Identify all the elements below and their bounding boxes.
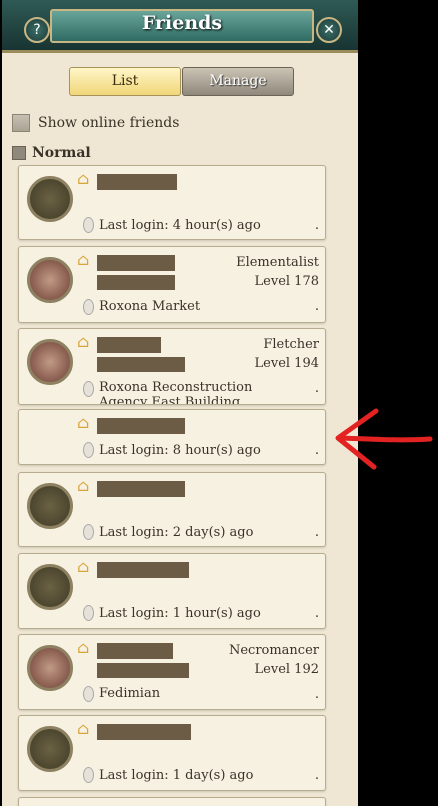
friends-panel: Friends ? ✕ List Manage Show online frie… — [2, 0, 358, 806]
redacted-name — [97, 562, 189, 578]
group-header-normal[interactable]: Normal — [12, 145, 91, 161]
help-button[interactable]: ? — [24, 17, 50, 43]
more-dot[interactable]: . — [315, 525, 319, 540]
annotation-arrow-icon — [335, 408, 433, 470]
friend-card[interactable]: ⌂ Necromancer Level 192 Fedimian . — [18, 634, 326, 710]
friend-class: Elementalist — [236, 255, 319, 270]
location-pin-icon — [83, 217, 94, 233]
friend-card[interactable]: ⌂ Elementalist Level 178 Roxona Market . — [18, 246, 326, 323]
friend-location: Fedimian — [99, 686, 161, 701]
friend-class: Necromancer — [228, 643, 319, 658]
more-dot[interactable]: . — [315, 606, 319, 621]
avatar — [27, 176, 73, 222]
avatar — [27, 339, 73, 385]
collapse-icon[interactable] — [12, 146, 26, 160]
show-online-checkbox[interactable] — [12, 114, 30, 132]
more-dot[interactable]: . — [315, 381, 319, 396]
more-dot[interactable]: . — [315, 443, 319, 458]
tab-list[interactable]: List — [69, 67, 181, 96]
show-online-label: Show online friends — [38, 115, 180, 131]
avatar — [27, 564, 73, 610]
friend-status: Last login: 1 hour(s) ago — [99, 606, 261, 621]
location-pin-icon — [83, 686, 94, 702]
redacted-name — [97, 724, 191, 740]
location-pin-icon — [83, 442, 94, 458]
home-icon: ⌂ — [77, 557, 90, 576]
window-title: Friends — [141, 12, 223, 34]
home-icon: ⌂ — [77, 638, 90, 657]
friend-card[interactable]: ⌂ Last login: 4 hour(s) ago . — [18, 165, 326, 240]
more-dot[interactable]: . — [315, 687, 319, 702]
home-icon: ⌂ — [77, 719, 90, 738]
home-icon: ⌂ — [77, 413, 90, 432]
more-dot[interactable]: . — [315, 768, 319, 783]
group-label: Normal — [32, 145, 91, 161]
friend-card[interactable]: ⌂ Last login: 1 hour(s) ago . — [18, 553, 326, 629]
more-dot[interactable]: . — [315, 218, 319, 233]
friend-location: Roxona Reconstruction Agency East Buildi… — [99, 380, 253, 405]
redacted-name — [97, 418, 185, 434]
home-icon: ⌂ — [77, 476, 90, 495]
friend-status: Last login: 1 day(s) ago — [99, 768, 254, 783]
home-icon: ⌂ — [77, 169, 90, 188]
redacted-name — [97, 643, 173, 659]
location-pin-icon — [83, 381, 94, 397]
friend-card[interactable] — [18, 797, 326, 806]
close-button[interactable]: ✕ — [316, 17, 342, 43]
more-dot[interactable]: . — [315, 299, 319, 314]
avatar — [27, 645, 73, 691]
redacted-name — [97, 275, 175, 290]
location-pin-icon — [83, 524, 94, 540]
avatar — [27, 483, 73, 529]
home-icon: ⌂ — [77, 250, 90, 269]
show-online-toggle[interactable]: Show online friends — [12, 113, 179, 133]
friend-status: Last login: 2 day(s) ago — [99, 525, 254, 540]
redacted-name — [97, 663, 189, 678]
location-pin-icon — [83, 605, 94, 621]
friend-status: Last login: 8 hour(s) ago — [99, 443, 261, 458]
friend-class: Fletcher — [263, 337, 319, 352]
location-pin-icon — [83, 767, 94, 783]
friend-location: Roxona Market — [99, 299, 201, 314]
friend-level: Level 194 — [254, 356, 319, 371]
friend-level: Level 178 — [254, 274, 319, 289]
redacted-name — [97, 357, 185, 372]
location-pin-icon — [83, 299, 94, 315]
friend-card[interactable]: ⌂ Last login: 2 day(s) ago . — [18, 472, 326, 547]
tab-manage[interactable]: Manage — [182, 67, 294, 96]
avatar — [27, 726, 73, 772]
friend-card[interactable]: ⌂ Fletcher Level 194 Roxona Reconstructi… — [18, 328, 326, 405]
avatar — [27, 257, 73, 303]
redacted-name — [97, 255, 175, 271]
redacted-name — [97, 337, 161, 353]
friend-card[interactable]: ⌂ Last login: 8 hour(s) ago . — [18, 409, 326, 465]
redacted-name — [97, 174, 177, 190]
friend-status: Last login: 4 hour(s) ago — [99, 218, 261, 233]
friend-level: Level 192 — [254, 662, 319, 677]
friend-card[interactable]: ⌂ Last login: 1 day(s) ago . — [18, 715, 326, 791]
redacted-name — [97, 481, 185, 497]
home-icon: ⌂ — [77, 332, 90, 351]
